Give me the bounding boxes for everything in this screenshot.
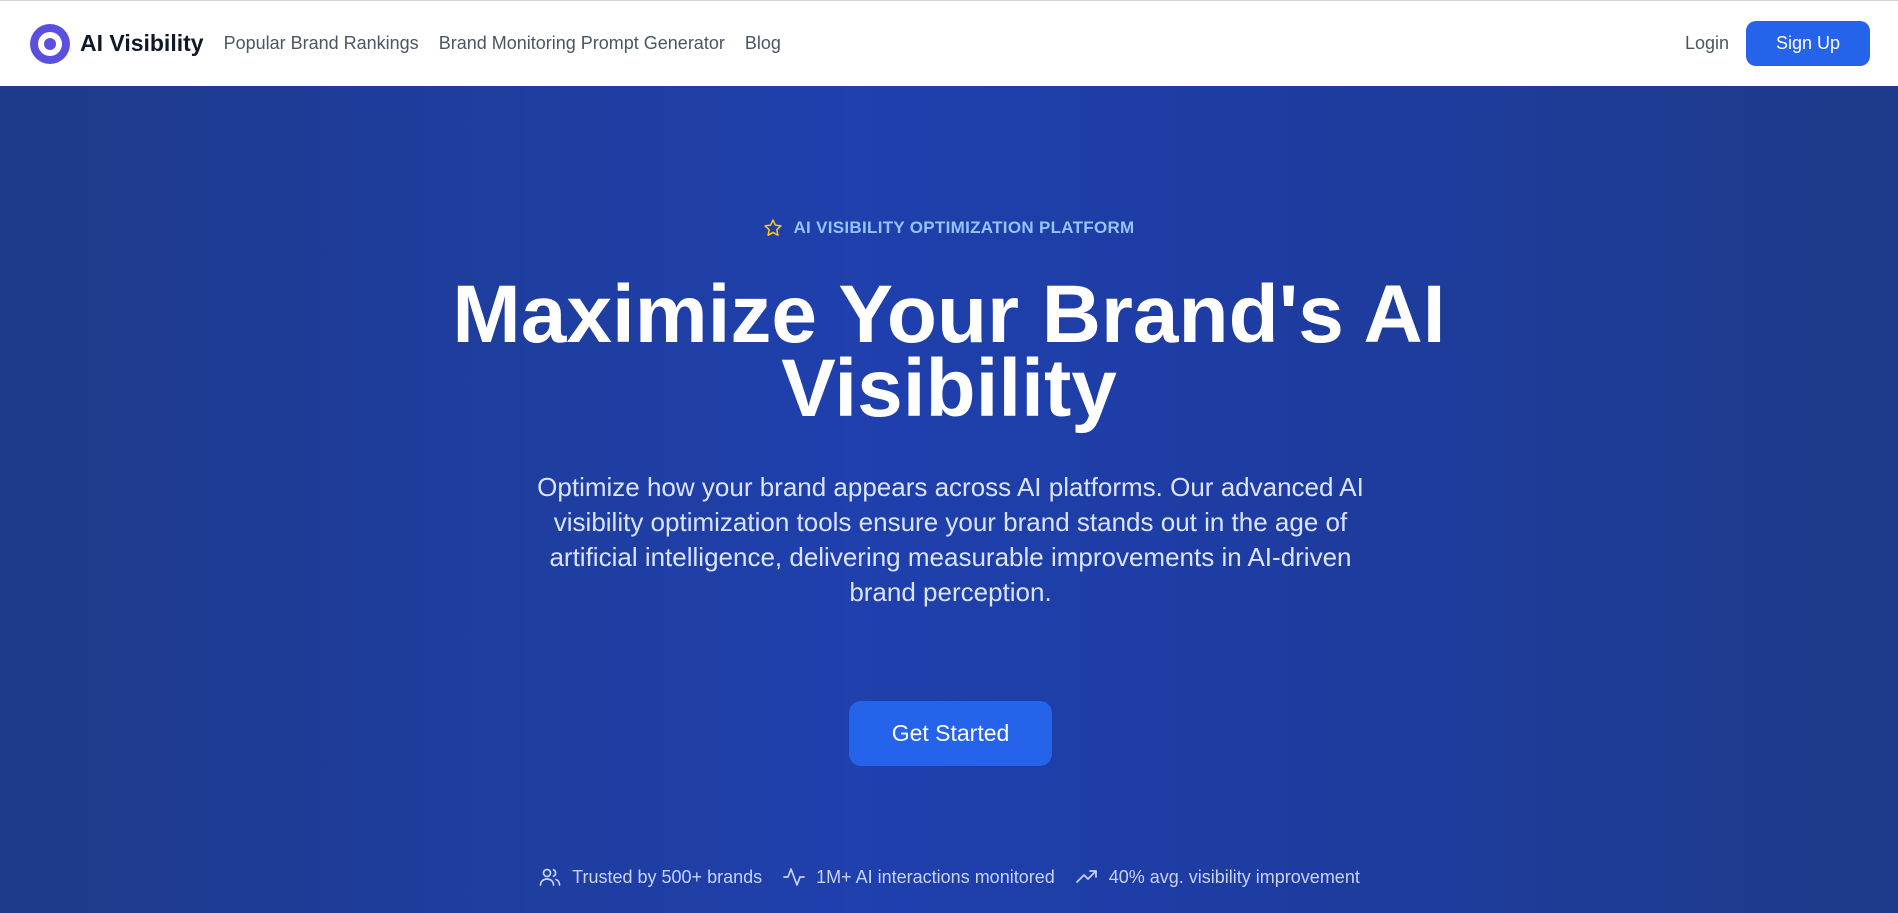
trust-stats: Trusted by 500+ brands 1M+ AI interactio… [0,865,1898,889]
users-icon [538,865,562,889]
top-navbar: AI Visibility Popular Brand Rankings Bra… [0,0,1898,86]
get-started-button[interactable]: Get Started [849,701,1052,766]
eyebrow-text: AI VISIBILITY OPTIMIZATION PLATFORM [793,218,1135,237]
activity-icon [782,865,806,889]
hero-description: Optimize how your brand appears across A… [537,472,1364,607]
stat-interactions: 1M+ AI interactions monitored [782,865,1055,889]
stat-brands-text: Trusted by 500+ brands [572,866,763,887]
headline-line-2: Visibility [781,343,1117,434]
nav-link-blog[interactable]: Blog [745,33,781,54]
star-icon [763,218,783,238]
brand-name: AI Visibility [80,30,204,56]
auth-actions: Login Sign Up [1685,21,1870,66]
sign-up-button[interactable]: Sign Up [1746,21,1870,66]
stat-brands: Trusted by 500+ brands [538,865,762,889]
hero-section: AI VISIBILITY OPTIMIZATION PLATFORM Maxi… [0,86,1898,913]
eye-logo-icon [30,23,70,64]
login-link[interactable]: Login [1685,33,1729,54]
hero-headline: Maximize Your Brand's AI Visibility [449,274,1449,430]
trending-up-icon [1075,865,1099,889]
main-nav: Popular Brand Rankings Brand Monitoring … [224,33,781,54]
nav-link-prompt-generator[interactable]: Brand Monitoring Prompt Generator [439,33,725,54]
brand-home-link[interactable]: AI Visibility [30,23,204,64]
stat-improvement: 40% avg. visibility improvement [1075,865,1360,889]
eyebrow-label: AI VISIBILITY OPTIMIZATION PLATFORM [0,218,1898,238]
nav-link-popular-brand-rankings[interactable]: Popular Brand Rankings [224,33,419,54]
stat-improvement-text: 40% avg. visibility improvement [1108,866,1360,887]
stat-interactions-text: 1M+ AI interactions monitored [816,866,1055,887]
